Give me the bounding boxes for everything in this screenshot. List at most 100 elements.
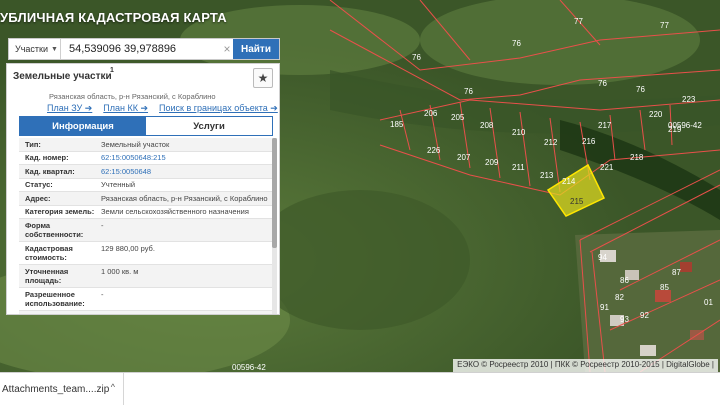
info-row: Кадастровая стоимость: 129 880,00 руб. (19, 242, 273, 265)
panel-tabs: Информация Услуги (19, 116, 273, 136)
parcel-label[interactable]: 76 (412, 53, 421, 62)
info-row: Адрес: Рязанская область, р-н Рязанский, … (19, 192, 273, 206)
info-label: Уточненная площадь: (25, 266, 69, 286)
info-row: Уточненная площадь: 1 000 кв. м (19, 265, 273, 288)
parcel-label[interactable]: 207 (457, 153, 471, 162)
parcel-label[interactable]: 210 (512, 128, 526, 137)
parcel-label[interactable]: 206 (424, 109, 438, 118)
selected-parcel-label[interactable]: 215 (570, 197, 584, 206)
tab-services[interactable]: Услуги (146, 117, 272, 135)
info-value: Земли сельскохозяйственного назначения (101, 207, 249, 216)
info-row: Категория земель: Земли сельскохозяйствен… (19, 206, 273, 219)
info-value: - (101, 289, 104, 299)
panel-header: Земельные участки 1 ★ (7, 64, 279, 90)
search-type-label: Участки (15, 44, 48, 54)
close-icon[interactable]: × (221, 39, 233, 59)
info-table: Тип: Земельный участок Кад. номер: 62:15:00… (19, 138, 273, 314)
parcel-label[interactable]: 77 (660, 21, 669, 30)
parcel-label[interactable]: 93 (620, 315, 629, 324)
download-item[interactable]: Attachments_team....zip ^ (0, 373, 124, 405)
info-label: Кад. квартал: (25, 166, 75, 176)
info-row: Тип: Земельный участок (19, 138, 273, 152)
info-value: 129 880,00 руб. (101, 243, 155, 253)
parcel-label[interactable]: 82 (615, 293, 624, 302)
parcel-label[interactable]: 213 (540, 171, 554, 180)
parcel-label[interactable]: 76 (464, 87, 473, 96)
parcel-label[interactable]: 76 (512, 39, 521, 48)
parcel-label[interactable]: 185 (390, 120, 404, 129)
parcel-label[interactable]: 220 (649, 110, 663, 119)
parcel-label[interactable]: 85 (660, 283, 669, 292)
info-row: Кад. квартал: 62:15:0050648 (19, 165, 273, 179)
info-value: - (101, 220, 104, 230)
chevron-up-icon[interactable]: ^ (111, 382, 115, 392)
parcel-label[interactable]: 208 (480, 121, 494, 130)
parcel-label[interactable]: 00596-42 (668, 121, 702, 130)
parcel-label[interactable]: 214 (562, 177, 576, 186)
object-address: Рязанская область, р-н Рязанский, с Кора… (49, 92, 216, 101)
parcel-label[interactable]: 77 (574, 17, 583, 26)
parcel-label[interactable]: 94 (598, 253, 607, 262)
info-label: Кад. номер: (25, 153, 69, 162)
search-bar: Участки ▼ × Найти (8, 38, 280, 60)
parcel-label[interactable]: 92 (640, 311, 649, 320)
parcel-label[interactable]: 221 (600, 163, 614, 172)
parcel-label[interactable]: 86 (620, 276, 629, 285)
parcel-label[interactable]: 209 (485, 158, 499, 167)
info-row: Форма собственности: - (19, 219, 273, 242)
info-label: Категория земель: (25, 207, 95, 216)
info-panel: Земельные участки 1 ★ Рязанская область,… (6, 63, 280, 315)
parcel-label[interactable]: 212 (544, 138, 558, 147)
star-icon[interactable]: ★ (253, 68, 273, 88)
info-label: Разрешенное использование: (25, 289, 85, 309)
parcel-label[interactable]: 87 (672, 268, 681, 277)
info-value: 1 000 кв. м (101, 266, 139, 276)
quarter-label: 00596-42 (232, 363, 266, 372)
info-row: Кад. номер: 62:15:0050648:215 (19, 152, 273, 165)
parcel-label[interactable]: 211 (512, 163, 525, 172)
parcel-label[interactable]: 01 (704, 298, 713, 307)
info-label: Кадастровая стоимость: (25, 243, 73, 263)
download-bar: Attachments_team....zip ^ (0, 372, 720, 405)
info-value: Учтенный (101, 180, 136, 189)
parcel-label[interactable]: 226 (427, 146, 441, 155)
search-type-select[interactable]: Участки ▼ (9, 39, 61, 59)
info-label: Форма собственности: (25, 220, 84, 240)
tab-information[interactable]: Информация (20, 117, 146, 135)
app-window: 77 77 76 76 76 76 76 185 206 205 208 210 212 220 223 22… (0, 0, 720, 405)
parcel-label[interactable]: 76 (598, 79, 607, 88)
info-value: Земельный участок (101, 139, 170, 149)
map-attribution: ЕЭКО © Росреестр 2010 | ПКК © Росреестр … (453, 359, 718, 372)
parcel-label[interactable]: 217 (598, 121, 612, 130)
link-plan-zu[interactable]: План ЗУ ➔ (47, 103, 92, 114)
info-value: для ведения садоводства и огородничества (101, 313, 273, 315)
parcel-label[interactable]: 91 (600, 303, 609, 312)
app-title: УБЛИЧНАЯ КАДАСТРОВАЯ КАРТА (0, 10, 227, 25)
parcel-label[interactable]: 216 (582, 137, 596, 146)
parcel-label[interactable]: 218 (630, 153, 644, 162)
parcel-label[interactable]: 223 (682, 95, 696, 104)
panel-scrollbar[interactable] (272, 138, 277, 314)
scroll-thumb[interactable] (272, 138, 277, 248)
parcel-label[interactable]: 76 (636, 85, 645, 94)
link-plan-kk[interactable]: План КК ➔ (103, 103, 148, 114)
info-label: Статус: (25, 180, 53, 189)
object-links: План ЗУ ➔ План КК ➔ Поиск в границах объ… (47, 103, 278, 114)
info-label: Адрес: (25, 193, 51, 203)
result-count: 1 (110, 67, 114, 74)
panel-title: Земельные участки (13, 71, 112, 82)
info-value[interactable]: 62:15:0050648:215 (101, 153, 273, 163)
parcel-label[interactable]: 205 (451, 113, 465, 122)
info-label: по документу: (19, 313, 101, 315)
search-input[interactable] (61, 39, 221, 59)
info-row: Разрешенное использование: - (19, 288, 273, 311)
chevron-down-icon: ▼ (51, 45, 58, 53)
download-file-name: Attachments_team....zip (2, 383, 110, 395)
info-row: Статус: Учтенный (19, 179, 273, 192)
find-button[interactable]: Найти (233, 39, 279, 59)
info-value: Рязанская область, р-н Рязанский, с Кора… (101, 193, 268, 203)
info-value[interactable]: 62:15:0050648 (101, 167, 273, 177)
header: УБЛИЧНАЯ КАДАСТРОВАЯ КАРТА (0, 0, 300, 36)
link-search-in-bounds[interactable]: Поиск в границах объекта ➔ (159, 103, 278, 114)
info-row: по документу:для ведения садоводства и о… (19, 311, 273, 314)
